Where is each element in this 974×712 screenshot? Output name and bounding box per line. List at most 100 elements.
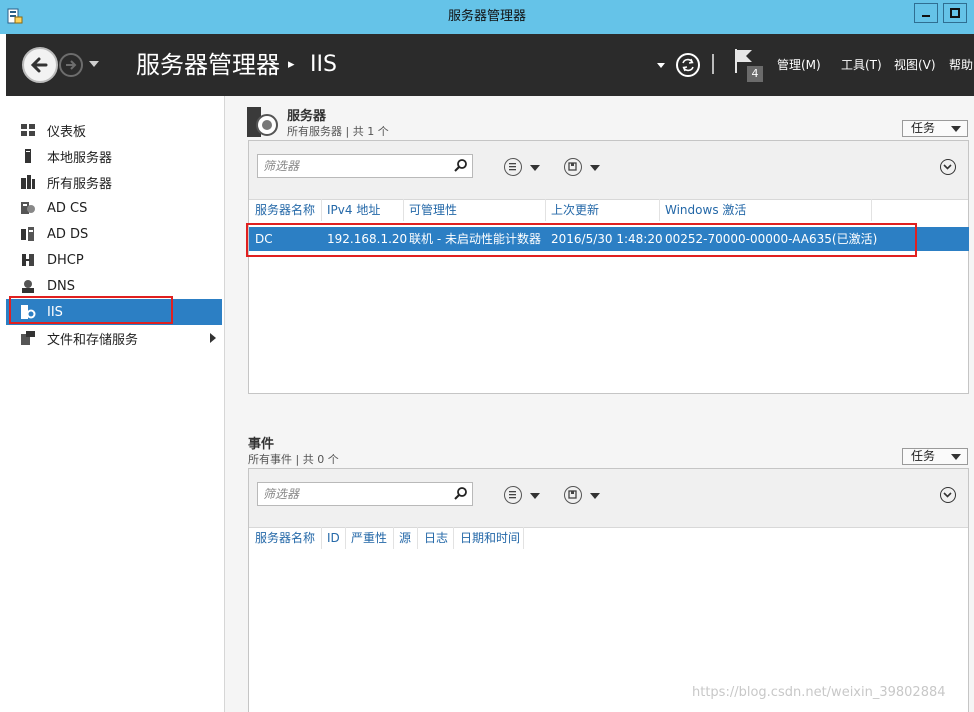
submenu-arrow-icon[interactable] <box>210 333 216 343</box>
column-header-server-name[interactable]: 服务器名称 <box>255 201 315 219</box>
dns-icon <box>22 280 34 293</box>
chevron-down-icon[interactable] <box>590 493 600 499</box>
chevron-down-icon[interactable] <box>530 165 540 171</box>
maximize-button[interactable] <box>943 3 967 23</box>
header-dropdown-icon[interactable] <box>657 63 665 68</box>
column-divider <box>523 527 524 549</box>
column-divider <box>321 527 322 549</box>
file-storage-icon <box>21 331 35 345</box>
sidebar-item-label: DHCP <box>47 252 84 268</box>
column-header-windows-activation[interactable]: Windows 激活 <box>665 201 746 219</box>
expand-collapse-icon[interactable] <box>940 487 956 503</box>
app-header: 服务器管理器 ▸ IIS 4 管理(M) 工具(T) 视图(V) 帮助 <box>6 34 974 96</box>
arrow-right-icon <box>66 60 77 70</box>
menu-view[interactable]: 视图(V) <box>894 54 936 76</box>
events-section-title: 事件 <box>248 437 275 452</box>
dhcp-icon <box>22 254 34 266</box>
column-header-id[interactable]: ID <box>327 529 340 547</box>
column-divider <box>393 527 394 549</box>
servers-filter-bar: 筛选器 <box>249 141 968 200</box>
back-button[interactable] <box>22 47 58 83</box>
column-header-log[interactable]: 日志 <box>424 529 448 547</box>
chevron-down-icon <box>951 126 961 132</box>
sidebar-item-all-servers[interactable]: 所有服务器 <box>6 169 222 195</box>
expand-collapse-icon[interactable] <box>940 159 956 175</box>
row-highlight-outline <box>246 223 917 257</box>
search-icon[interactable] <box>454 486 468 500</box>
column-header-source[interactable]: 源 <box>399 529 411 547</box>
sidebar-item-dhcp[interactable]: DHCP <box>6 247 222 273</box>
forward-button[interactable] <box>59 53 83 77</box>
filter-placeholder: 筛选器 <box>263 159 300 173</box>
column-header-last-update[interactable]: 上次更新 <box>551 201 599 219</box>
sidebar-item-label: 文件和存储服务 <box>47 332 139 348</box>
main-content: 服务器 所有服务器 | 共 1 个 任务 筛选器 服务器名称 IPv4 地址 可… <box>225 96 974 712</box>
column-divider <box>417 527 418 549</box>
refresh-button[interactable] <box>676 53 700 77</box>
sidebar-item-ad-ds[interactable]: AD DS <box>6 221 222 247</box>
window-title: 服务器管理器 <box>447 9 526 24</box>
sidebar-item-label: AD CS <box>47 200 88 216</box>
tasks-label: 任务 <box>911 121 936 135</box>
servers-panel: 筛选器 服务器名称 IPv4 地址 可管理性 上次更新 Windows 激活 D… <box>246 140 969 394</box>
ad-cs-icon <box>21 202 35 214</box>
column-header-ipv4[interactable]: IPv4 地址 <box>327 201 380 219</box>
minimize-button[interactable] <box>914 3 938 23</box>
sidebar-item-label: 所有服务器 <box>47 176 113 192</box>
column-header-date-time[interactable]: 日期和时间 <box>460 529 520 547</box>
dashboard-icon <box>21 124 35 136</box>
sidebar-item-local-server[interactable]: 本地服务器 <box>6 143 222 169</box>
sidebar-item-dashboard[interactable]: 仪表板 <box>6 117 222 143</box>
column-divider <box>403 199 404 221</box>
chevron-down-icon[interactable] <box>530 493 540 499</box>
column-divider <box>345 527 346 549</box>
sidebar: 仪表板 本地服务器 所有服务器 AD CS AD DS DHCP DNS IIS… <box>6 96 225 712</box>
menu-help[interactable]: 帮助 <box>949 54 973 76</box>
ad-ds-icon <box>21 227 34 241</box>
sidebar-item-ad-cs[interactable]: AD CS <box>6 195 222 221</box>
breadcrumb-root[interactable]: 服务器管理器 <box>136 48 280 82</box>
servers-section-title: 服务器 <box>287 109 327 124</box>
breadcrumb-separator-icon: ▸ <box>288 57 295 72</box>
column-divider <box>321 199 322 221</box>
sidebar-item-file-storage[interactable]: 文件和存储服务 <box>6 325 222 351</box>
all-servers-icon <box>21 175 35 189</box>
refresh-icon <box>682 58 694 72</box>
sidebar-item-label: DNS <box>47 278 75 294</box>
filter-placeholder: 筛选器 <box>263 487 300 501</box>
column-header-severity[interactable]: 严重性 <box>351 529 387 547</box>
search-icon[interactable] <box>454 158 468 172</box>
history-dropdown-icon[interactable] <box>89 61 99 67</box>
watermark-text: https://blog.csdn.net/weixin_39802884 <box>692 685 946 700</box>
minimize-icon <box>922 15 930 17</box>
list-options-icon[interactable] <box>504 486 522 504</box>
menu-manage[interactable]: 管理(M) <box>777 54 821 76</box>
maximize-icon <box>950 8 960 18</box>
events-filter-input[interactable]: 筛选器 <box>257 482 473 506</box>
list-options-icon[interactable] <box>504 158 522 176</box>
column-header-server-name[interactable]: 服务器名称 <box>255 529 315 547</box>
events-tasks-button[interactable]: 任务 <box>902 448 968 465</box>
iis-highlight-outline <box>9 296 173 324</box>
header-divider <box>712 54 714 74</box>
save-query-icon[interactable] <box>564 158 582 176</box>
arrow-left-icon <box>30 57 48 73</box>
servers-tasks-button[interactable]: 任务 <box>902 120 968 137</box>
column-header-manageability[interactable]: 可管理性 <box>409 201 457 219</box>
breadcrumb-current: IIS <box>310 52 337 77</box>
server-manager-app-icon <box>7 8 23 24</box>
menu-tools[interactable]: 工具(T) <box>841 54 882 76</box>
servers-filter-input[interactable]: 筛选器 <box>257 154 473 178</box>
column-divider <box>453 527 454 549</box>
events-filter-bar: 筛选器 <box>249 469 968 528</box>
sidebar-item-label: AD DS <box>47 226 89 242</box>
save-query-icon[interactable] <box>564 486 582 504</box>
sidebar-item-label: 本地服务器 <box>47 150 113 166</box>
servers-section-icon <box>247 107 278 137</box>
column-divider <box>545 199 546 221</box>
chevron-down-icon[interactable] <box>590 165 600 171</box>
events-panel: 筛选器 服务器名称 ID 严重性 源 日志 日期和时间 <box>248 468 969 712</box>
column-divider <box>871 199 872 221</box>
events-section-subtitle: 所有事件 | 共 0 个 <box>248 453 339 466</box>
local-server-icon <box>25 149 31 163</box>
